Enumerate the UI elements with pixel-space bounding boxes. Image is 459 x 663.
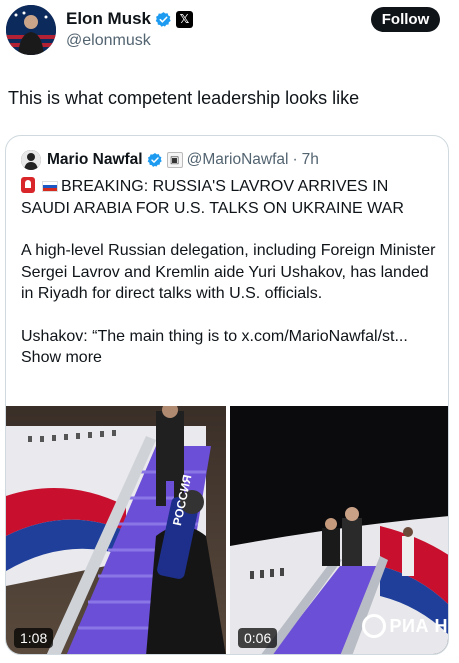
quoted-quote-line: Ushakov: “The main thing is to x.com/Mar… [21,327,408,367]
video-thumbnail-1[interactable]: 1:08 РОССИЯ [6,406,226,654]
verified-badge-icon [155,11,171,27]
dot-separator: · [292,151,298,168]
tweet-text: This is what competent leadership looks … [8,88,360,108]
quoted-tweet-header: Mario Nawfal ▣ @MarioNawfal · 7h [21,150,319,170]
quoted-tweet-card[interactable]: Mario Nawfal ▣ @MarioNawfal · 7h BREAKIN… [5,135,449,655]
author-name-line: Elon Musk 𝕏 [66,9,194,29]
quoted-author-name[interactable]: Mario Nawfal [47,151,143,169]
tweet-header: Elon Musk 𝕏 @elonmusk Follow [0,0,459,62]
video-thumbnail-2[interactable]: 0:06 РИА Н [230,406,448,654]
quoted-timestamp[interactable]: 7h [302,151,319,169]
quoted-headline: BREAKING: RUSSIA'S LAVROV ARRIVES IN SAU… [21,177,404,217]
quoted-paragraph: A high-level Russian delegation, includi… [21,242,436,302]
ria-logo-icon [361,614,386,638]
affiliation-badge-icon: ▣ [166,152,183,168]
quoted-author-handle[interactable]: @MarioNawfal [187,151,289,169]
follow-button[interactable]: Follow [371,7,440,32]
russia-flag-icon [42,181,58,192]
author-avatar[interactable] [6,5,56,55]
siren-icon [21,177,35,193]
show-more-link[interactable]: Show more [21,349,102,366]
quoted-tweet-body: BREAKING: RUSSIA'S LAVROV ARRIVES IN SAU… [21,176,441,369]
verified-badge-icon [147,153,162,167]
quoted-author-avatar[interactable] [21,150,41,170]
video-duration: 1:08 [14,628,54,648]
x-logo-icon: 𝕏 [176,10,194,28]
author-display-name[interactable]: Elon Musk [66,9,151,29]
ria-watermark: РИА Н [361,614,448,638]
author-handle[interactable]: @elonmusk [66,32,151,50]
video-duration: 0:06 [238,628,278,648]
